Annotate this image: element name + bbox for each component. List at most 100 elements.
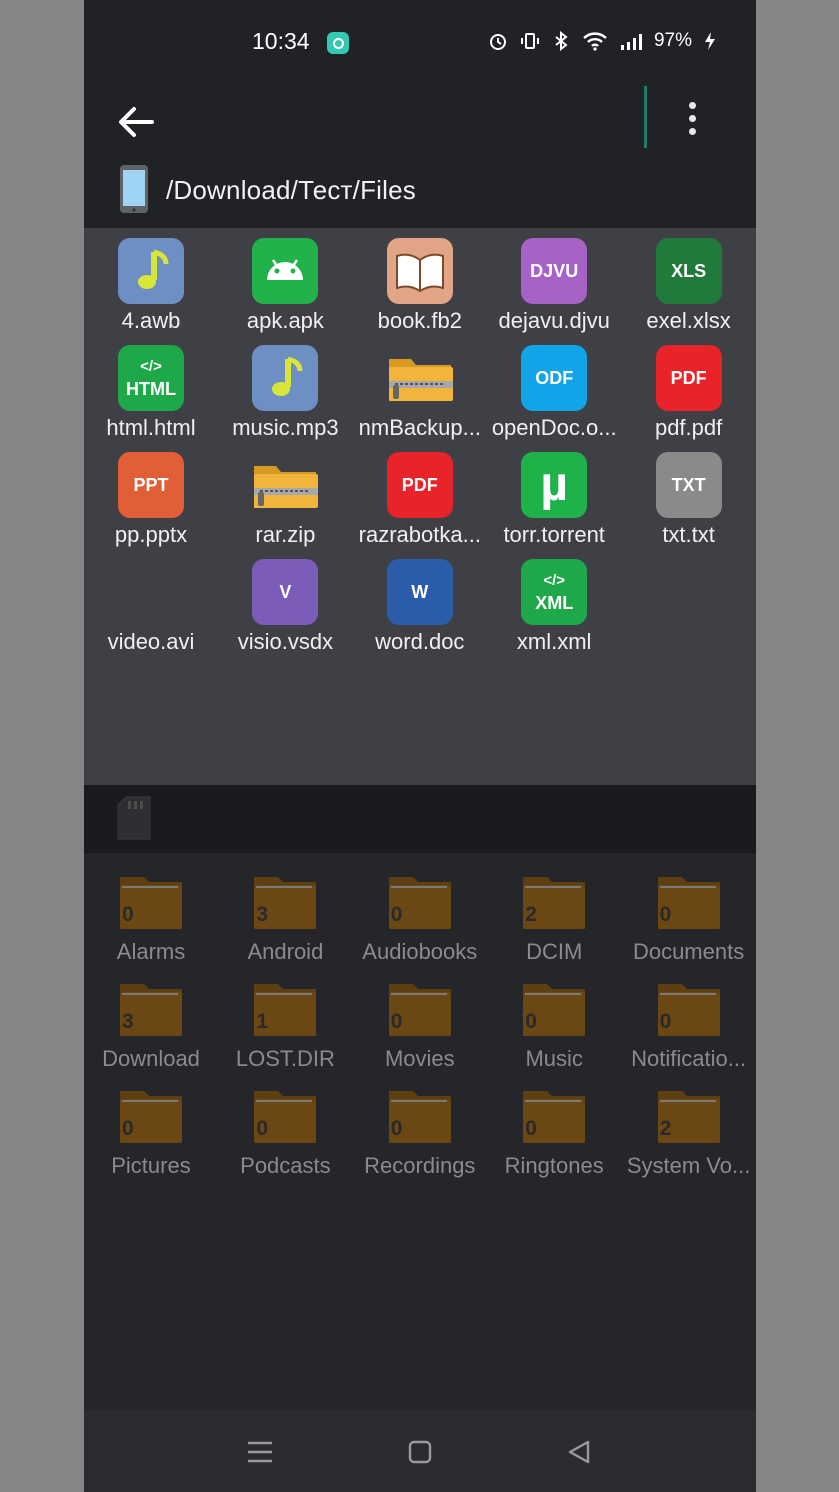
sd-card-bar (84, 785, 756, 853)
zip-folder-icon (387, 345, 453, 411)
folder-count: 0 (122, 1117, 134, 1140)
folder-count: 0 (659, 903, 672, 926)
file-grid: 4.awb apk.apk book.fb2 DJVU dejavu.djvu XLS ex… (84, 228, 756, 785)
folder-item[interactable]: 0 Pictures (84, 1073, 218, 1180)
file-item[interactable]: ODF openDoc.o... (487, 335, 621, 442)
folder-item[interactable]: 1 LOST.DIR (218, 966, 352, 1073)
status-bar: 10:34 97% (84, 0, 756, 86)
home-icon[interactable] (402, 1434, 438, 1470)
file-item[interactable]: 4.awb (84, 228, 218, 335)
file-item[interactable]: music.mp3 (218, 335, 352, 442)
file-item[interactable]: Vvisio.vsdx (218, 549, 352, 656)
folder-count: 0 (256, 1117, 269, 1140)
file-item[interactable]: </> XML xml.xml (487, 549, 621, 656)
folder-name: Android (247, 939, 324, 964)
folder-name: System Vo... (626, 1153, 751, 1178)
file-name: pp.pptx (114, 522, 188, 547)
folder-name: Recordings (364, 1153, 476, 1178)
folder-item[interactable]: 0 Podcasts (218, 1073, 352, 1180)
txt-icon: TXT (655, 452, 722, 518)
navigation-bar (84, 1410, 756, 1492)
torrent-icon: µ (521, 452, 588, 518)
folder-count: 1 (256, 1010, 269, 1033)
folder-item[interactable]: 0 Ringtones (487, 1073, 621, 1180)
toolbar-divider (644, 86, 647, 148)
status-time: 10:34 (252, 28, 310, 54)
folder-count: 0 (390, 1010, 403, 1033)
file-item[interactable]: rar.zip (218, 442, 352, 549)
back-nav-icon[interactable] (562, 1434, 598, 1470)
folder-item[interactable]: 0 Recordings (353, 1073, 487, 1180)
status-icons: 97% (488, 30, 716, 52)
pdf-icon: PDF (655, 345, 722, 411)
folder-item[interactable]: 3 Download (84, 966, 218, 1073)
phone-screen: 10:34 97% /Download/Тест/Files 4.awb apk.… (84, 0, 756, 1492)
ppt-icon: PPT (118, 452, 184, 518)
bluetooth-icon (555, 31, 568, 51)
folder-item[interactable]: 0 Notificatio... (622, 966, 756, 1073)
file-item[interactable]: TXT txt.txt (622, 442, 756, 549)
file-item[interactable]: video.avi (84, 549, 218, 656)
android-icon (252, 238, 319, 304)
folder-name: Alarms (116, 939, 186, 964)
recent-apps-icon[interactable] (242, 1434, 278, 1470)
folder-item[interactable]: 2 DCIM (487, 859, 621, 966)
file-item[interactable]: book.fb2 (353, 228, 487, 335)
xls-icon: XLS (655, 238, 722, 304)
html-icon: </> HTML (118, 345, 184, 411)
file-name: word.doc (375, 629, 465, 654)
folder-item[interactable]: 0 Documents (622, 859, 756, 966)
file-name: openDoc.o... (491, 415, 617, 440)
file-item[interactable]: PDF razrabotka... (353, 442, 487, 549)
folder-item[interactable]: 0 Audiobooks (353, 859, 487, 966)
folder-name: Pictures (111, 1153, 191, 1178)
folder-name: DCIM (526, 939, 583, 964)
djvu-icon: DJVU (521, 238, 588, 304)
file-name: video.avi (107, 629, 195, 654)
folder-name: Download (102, 1046, 200, 1071)
file-item[interactable]: </> HTML html.html (84, 335, 218, 442)
folder-item[interactable]: 0 Movies (353, 966, 487, 1073)
folder-name: Podcasts (240, 1153, 331, 1178)
folder-item[interactable]: 0 Alarms (84, 859, 218, 966)
file-item[interactable]: µ torr.torrent (487, 442, 621, 549)
folder-count: 0 (659, 1010, 672, 1033)
file-name: html.html (106, 415, 196, 440)
folder-item[interactable]: 2 System Vo... (622, 1073, 756, 1180)
folder-item[interactable]: 0 Music (487, 966, 621, 1073)
folder-count: 0 (390, 1117, 403, 1140)
file-item[interactable]: PDF pdf.pdf (622, 335, 756, 442)
folder-name: Notificatio... (631, 1046, 747, 1071)
book-icon (386, 238, 453, 304)
file-item[interactable]: apk.apk (218, 228, 352, 335)
wifi-icon (583, 32, 607, 51)
word-icon: W (386, 559, 453, 625)
folder-name: Music (525, 1046, 583, 1071)
odf-icon: ODF (521, 345, 588, 411)
file-item[interactable]: XLS exel.xlsx (622, 228, 756, 335)
file-name: xml.xml (516, 629, 592, 654)
file-name: rar.zip (255, 522, 316, 547)
folder-count: 0 (525, 1117, 537, 1140)
folder-count: 2 (659, 1117, 672, 1140)
file-item[interactable]: DJVU dejavu.djvu (487, 228, 621, 335)
file-name: visio.vsdx (237, 629, 334, 654)
video-icon (118, 559, 184, 625)
file-name: torr.torrent (503, 522, 605, 547)
back-arrow-icon[interactable] (112, 98, 160, 146)
more-options-icon[interactable] (674, 96, 710, 142)
folder-count: 0 (122, 903, 134, 926)
folder-count: 0 (525, 1010, 537, 1033)
file-item[interactable]: nmBackup... (353, 335, 487, 442)
file-item[interactable]: PPT pp.pptx (84, 442, 218, 549)
music-note-icon (252, 345, 319, 411)
file-name: 4.awb (121, 308, 181, 333)
signal-icon (620, 34, 642, 50)
folder-item[interactable]: 3 Android (218, 859, 352, 966)
folder-name: Documents (632, 939, 745, 964)
file-name: pdf.pdf (654, 415, 723, 440)
file-item[interactable]: Wword.doc (353, 549, 487, 656)
sd-card-icon[interactable] (116, 795, 152, 841)
app-notification-icon (327, 32, 349, 54)
file-name: txt.txt (662, 522, 715, 547)
